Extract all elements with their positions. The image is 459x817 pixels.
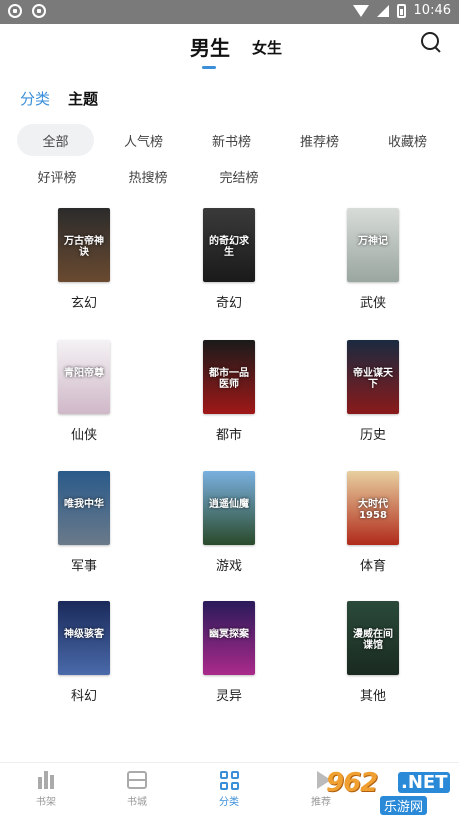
nav-store[interactable]: 书城 bbox=[112, 771, 162, 808]
notification-icon bbox=[32, 4, 46, 18]
book-cover: 的奇幻求生 bbox=[203, 208, 255, 282]
book-cover: 青阳帝尊 bbox=[58, 340, 110, 414]
nav-label: 书城 bbox=[127, 797, 147, 808]
category-item[interactable]: 幽冥探案 灵异 bbox=[189, 601, 269, 704]
watermark-text: 乐游网 bbox=[380, 796, 428, 815]
category-label: 历史 bbox=[359, 428, 386, 443]
wifi-icon bbox=[352, 4, 369, 17]
book-cover: 帝业谋天下 bbox=[347, 340, 399, 414]
category-label: 军事 bbox=[70, 559, 97, 574]
store-icon bbox=[127, 771, 147, 789]
book-cover: 唯我中华 bbox=[58, 471, 110, 545]
tab-female[interactable]: 女生 bbox=[252, 37, 282, 61]
book-cover: 漫威在间谍馆 bbox=[347, 601, 399, 675]
cover-title: 的奇幻求生 bbox=[209, 236, 249, 259]
nav-label: 分类 bbox=[219, 797, 239, 808]
category-label: 奇幻 bbox=[215, 296, 242, 311]
filter-favorites[interactable]: 收藏榜 bbox=[369, 124, 446, 156]
filter-trending[interactable]: 热搜榜 bbox=[108, 160, 188, 192]
filter-row: 全部 人气榜 新书榜 推荐榜 收藏榜 bbox=[17, 124, 457, 156]
book-cover: 大时代1958 bbox=[347, 471, 399, 545]
category-icon bbox=[219, 771, 239, 790]
category-item[interactable]: 青阳帝尊 仙侠 bbox=[44, 340, 124, 443]
cover-title: 神级骇客 bbox=[64, 629, 104, 641]
cover-title: 青阳帝尊 bbox=[64, 368, 104, 380]
battery-icon bbox=[396, 3, 406, 18]
tab-category[interactable]: 分类 bbox=[20, 88, 50, 109]
category-item[interactable]: 唯我中华 军事 bbox=[44, 471, 124, 574]
status-notifications bbox=[8, 4, 46, 18]
filter-chips: 全部 人气榜 新书榜 推荐榜 收藏榜 好评榜 热搜榜 完结榜 bbox=[17, 124, 457, 196]
category-item[interactable]: 逍遥仙魔 游戏 bbox=[189, 471, 269, 574]
watermark-number: 962 bbox=[326, 768, 378, 798]
status-indicators: 10:46 bbox=[352, 3, 451, 18]
category-label: 玄幻 bbox=[70, 296, 97, 311]
cover-title: 唯我中华 bbox=[64, 499, 104, 511]
filter-completed[interactable]: 完结榜 bbox=[199, 160, 279, 192]
category-item[interactable]: 都市一品医师 都市 bbox=[189, 340, 269, 443]
cover-title: 万神记 bbox=[358, 236, 388, 248]
category-label: 灵异 bbox=[215, 689, 242, 704]
book-cover: 逍遥仙魔 bbox=[203, 471, 255, 545]
watermark-suffix: .NET bbox=[398, 772, 451, 793]
subtabs: 分类 主题 bbox=[20, 88, 98, 109]
nav-label: 书架 bbox=[36, 797, 56, 808]
category-item[interactable]: 的奇幻求生 奇幻 bbox=[189, 208, 269, 311]
category-item[interactable]: 漫威在间谍馆 其他 bbox=[333, 601, 413, 704]
book-cover: 万古帝神诀 bbox=[58, 208, 110, 282]
cover-title: 幽冥探案 bbox=[209, 629, 249, 641]
cover-title: 大时代1958 bbox=[358, 499, 388, 522]
signal-icon bbox=[376, 4, 389, 17]
category-item[interactable]: 大时代1958 体育 bbox=[333, 471, 413, 574]
filter-popular[interactable]: 人气榜 bbox=[105, 124, 182, 156]
filter-row: 好评榜 热搜榜 完结榜 bbox=[17, 160, 457, 192]
status-time: 10:46 bbox=[413, 3, 451, 18]
book-cover: 都市一品医师 bbox=[203, 340, 255, 414]
category-label: 都市 bbox=[215, 428, 242, 443]
cover-title: 帝业谋天下 bbox=[353, 368, 393, 391]
search-icon[interactable] bbox=[421, 32, 441, 53]
category-item[interactable]: 神级骇客 科幻 bbox=[44, 601, 124, 704]
category-label: 体育 bbox=[359, 559, 386, 574]
category-label: 科幻 bbox=[70, 689, 97, 704]
cover-title: 逍遥仙魔 bbox=[209, 499, 249, 511]
header: 男生 女生 bbox=[0, 24, 459, 70]
bookshelf-icon bbox=[36, 771, 56, 789]
notification-icon bbox=[8, 4, 22, 18]
category-item[interactable]: 万神记 武侠 bbox=[333, 208, 413, 311]
book-cover: 幽冥探案 bbox=[203, 601, 255, 675]
tab-theme[interactable]: 主题 bbox=[68, 88, 98, 109]
status-bar: 10:46 bbox=[0, 0, 459, 24]
nav-bookshelf[interactable]: 书架 bbox=[21, 771, 71, 808]
book-cover: 神级骇客 bbox=[58, 601, 110, 675]
filter-rated[interactable]: 好评榜 bbox=[17, 160, 97, 192]
filter-new[interactable]: 新书榜 bbox=[193, 124, 270, 156]
category-item[interactable]: 帝业谋天下 历史 bbox=[333, 340, 413, 443]
category-label: 游戏 bbox=[215, 559, 242, 574]
gender-tabs: 男生 女生 bbox=[190, 32, 282, 69]
filter-recommended[interactable]: 推荐榜 bbox=[281, 124, 358, 156]
cover-title: 万古帝神诀 bbox=[64, 236, 104, 259]
tab-male[interactable]: 男生 bbox=[190, 32, 230, 69]
category-item[interactable]: 万古帝神诀 玄幻 bbox=[44, 208, 124, 311]
nav-category[interactable]: 分类 bbox=[204, 771, 254, 808]
cover-title: 都市一品医师 bbox=[209, 368, 249, 391]
filter-all[interactable]: 全部 bbox=[17, 124, 94, 156]
book-cover: 万神记 bbox=[347, 208, 399, 282]
category-label: 其他 bbox=[359, 689, 386, 704]
category-label: 仙侠 bbox=[70, 428, 97, 443]
watermark-logo: 962 .NET 乐游网 bbox=[318, 764, 458, 816]
cover-title: 漫威在间谍馆 bbox=[353, 629, 393, 652]
category-label: 武侠 bbox=[359, 296, 386, 311]
